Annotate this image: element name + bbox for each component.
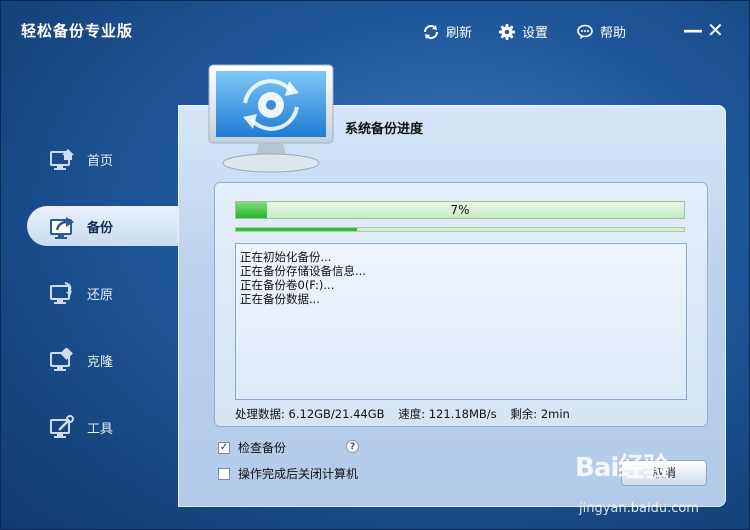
minimize-button[interactable]: — [683,19,703,41]
verify-backup-checkbox[interactable]: ✓ [218,441,230,454]
step-progress-fill [236,228,357,231]
sidebar-item-restore[interactable]: 还原 [27,273,179,313]
overall-progress-bar: 7% [235,201,685,219]
refresh-label: 刷新 [446,26,473,41]
app-window: 轻松备份专业版 刷新 设置 帮助 — ✕ 首页 备份 还原 克隆 工具 系统备份… [0,0,750,530]
verify-help-icon[interactable]: ? [346,440,359,453]
baidu-jingyan-watermark: Bai经验 jingyan.baidu.com [575,447,725,527]
sidebar-item-label: 克隆 [87,355,114,370]
log-line: 正在初始化备份... [240,250,332,264]
restore-monitor-icon [49,281,75,305]
verify-backup-label: 检查备份 [238,441,287,455]
overall-progress-text: 7% [450,203,470,217]
sidebar-item-label: 工具 [87,422,114,437]
sidebar-item-label: 还原 [87,288,114,303]
verify-backup-option[interactable]: ✓ 检查备份 [218,439,286,456]
step-progress-bar [235,227,685,232]
help-button[interactable]: 帮助 [576,22,626,41]
home-monitor-icon [49,147,75,171]
sidebar-item-label: 首页 [87,154,114,169]
log-line: 正在备份存储设备信息... [240,264,366,278]
shutdown-after-option[interactable]: 操作完成后关闭计算机 [218,465,358,482]
settings-button[interactable]: 设置 [498,22,548,41]
sidebar-item-tools[interactable]: 工具 [27,407,179,447]
sidebar-item-backup[interactable]: 备份 [27,206,179,246]
speech-bubble-icon [576,23,594,41]
backup-monitor-icon [49,214,75,239]
tools-monitor-icon [49,415,75,439]
sidebar-item-label: 备份 [87,221,114,236]
log-line: 正在备份数据... [240,292,320,306]
panel-title: 系统备份进度 [345,122,424,137]
watermark-url: jingyan.baidu.com [579,501,699,516]
clone-monitor-icon [49,347,75,372]
log-line: 正在备份卷0(F:)... [240,278,335,292]
remaining-time: 剩余: 2min [510,407,570,421]
backup-monitor-graphic [205,63,337,178]
backup-log: 正在初始化备份... 正在备份存储设备信息... 正在备份卷0(F:)... 正… [235,243,687,400]
processed-data: 处理数据: 6.12GB/21.44GB [235,407,385,421]
help-label: 帮助 [600,26,627,41]
app-title: 轻松备份专业版 [21,22,134,40]
sidebar-item-clone[interactable]: 克隆 [27,340,179,380]
shutdown-after-label: 操作完成后关闭计算机 [238,467,359,481]
refresh-icon [422,23,440,41]
watermark-logo: Bai经验 [575,453,669,483]
backup-stats: 处理数据: 6.12GB/21.44GB 速度: 121.18MB/s 剩余: … [235,406,580,422]
settings-label: 设置 [522,26,549,41]
gear-icon [498,23,516,41]
refresh-button[interactable]: 刷新 [422,22,472,41]
close-button[interactable]: ✕ [707,19,724,41]
progress-frame: 7% 正在初始化备份... 正在备份存储设备信息... 正在备份卷0(F:)..… [214,182,708,427]
shutdown-after-checkbox[interactable] [218,467,230,480]
sidebar-item-home[interactable]: 首页 [27,139,179,179]
speed: 速度: 121.18MB/s [398,407,497,421]
title-bar: 轻松备份专业版 刷新 设置 帮助 — ✕ [1,1,749,61]
